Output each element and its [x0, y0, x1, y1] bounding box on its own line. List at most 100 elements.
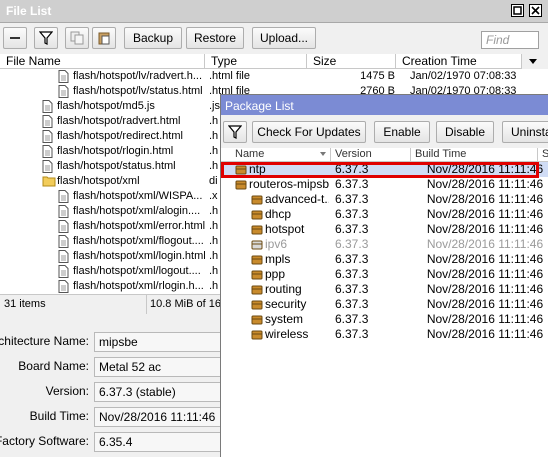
storage-usage: 10.8 MiB of 16 — [150, 298, 221, 310]
package-name: mpls — [265, 252, 291, 266]
package-row[interactable]: routing 6.37.3 Nov/28/2016 11:11:46 — [221, 282, 548, 297]
file-name: flash/hotspot/lv/status.html — [73, 85, 203, 97]
package-row[interactable]: ppp 6.37.3 Nov/28/2016 11:11:46 — [221, 267, 548, 282]
filter-icon — [228, 125, 242, 139]
package-name: ipv6 — [265, 237, 288, 251]
file-list-title-bar[interactable]: File List — [0, 0, 548, 23]
close-icon[interactable] — [529, 4, 542, 17]
package-row[interactable]: mpls 6.37.3 Nov/28/2016 11:11:46 — [221, 252, 548, 267]
info-value: Nov/28/2016 11:11:46 — [94, 407, 222, 427]
info-value: 6.35.4 — [94, 432, 222, 452]
package-row[interactable]: hotspot 6.37.3 Nov/28/2016 11:11:46 — [221, 222, 548, 237]
restore-button[interactable]: Restore — [186, 27, 244, 49]
package-build-time: Nov/28/2016 11:11:46 — [426, 207, 544, 221]
info-label: Board Name: — [18, 359, 89, 373]
package-row[interactable]: system 6.37.3 Nov/28/2016 11:11:46 — [221, 312, 548, 327]
column-header-size[interactable]: Size — [307, 54, 396, 69]
package-list-table: ntp 6.37.3 Nov/28/2016 11:11:46 routeros-mi… — [221, 162, 548, 457]
file-name: flash/hotspot/xml/logout.... — [73, 265, 201, 277]
info-value: mipsbe — [94, 332, 222, 352]
info-label: Factory Software: — [0, 434, 89, 448]
remove-button[interactable] — [3, 27, 27, 49]
file-size: 1475 B — [360, 70, 395, 82]
file-name: flash/hotspot/status.html — [57, 160, 176, 172]
column-header-file-name[interactable]: File Name — [0, 54, 205, 69]
disable-button[interactable]: Disable — [436, 121, 494, 143]
column-header-creation-time[interactable]: Creation Time — [396, 54, 522, 69]
file-type: .html file — [209, 70, 250, 82]
package-version: 6.37.3 — [335, 312, 369, 326]
package-build-time: Nov/28/2016 11:11:46 — [426, 327, 544, 341]
package-build-time: Nov/28/2016 11:11:46 — [426, 237, 544, 251]
package-build-time: Nov/28/2016 11:11:46 — [426, 282, 544, 296]
file-name: flash/hotspot/redirect.html — [57, 130, 183, 142]
copy-icon — [70, 31, 84, 45]
file-list-toolbar: Backup Restore Upload... — [0, 24, 548, 52]
package-row[interactable]: ipv6 6.37.3 Nov/28/2016 11:11:46 — [221, 237, 548, 252]
column-header-version[interactable]: Version — [331, 148, 411, 162]
package-list-window: Package List Check For Updates Enable Di… — [220, 94, 548, 457]
info-label: Build Time: — [29, 409, 89, 423]
paste-button[interactable] — [92, 27, 116, 49]
file-list-title: File List — [6, 4, 52, 18]
column-header-build-time[interactable]: Build Time — [411, 148, 538, 162]
package-version: 6.37.3 — [335, 177, 369, 191]
package-row[interactable]: security 6.37.3 Nov/28/2016 11:11:46 — [221, 297, 548, 312]
file-name: flash/hotspot/xml/error.html — [73, 220, 205, 232]
check-for-updates-button[interactable]: Check For Updates — [252, 121, 366, 143]
package-icon — [251, 329, 263, 344]
paste-icon — [98, 32, 110, 45]
package-name: routeros-mipsbe — [249, 177, 329, 191]
package-list-title-bar[interactable]: Package List — [221, 95, 548, 115]
package-list-title: Package List — [225, 99, 294, 113]
package-build-time: Nov/28/2016 11:11:46 — [426, 297, 544, 311]
package-build-time: Nov/28/2016 11:11:46 — [426, 312, 544, 326]
package-version: 6.37.3 — [335, 267, 369, 281]
file-name: flash/hotspot/xml/alogin.... — [73, 205, 201, 217]
package-row[interactable]: advanced-t... 6.37.3 Nov/28/2016 11:11:46 — [221, 192, 548, 207]
package-name: security — [265, 297, 307, 311]
file-name: flash/hotspot/lv/radvert.h... — [73, 70, 203, 82]
filter-button[interactable] — [34, 27, 58, 49]
package-name: advanced-t... — [265, 192, 329, 206]
package-row[interactable]: dhcp 6.37.3 Nov/28/2016 11:11:46 — [221, 207, 548, 222]
package-build-time: Nov/28/2016 11:11:46 — [426, 252, 544, 266]
table-row[interactable]: flash/hotspot/lv/radvert.h... .html file 1… — [0, 69, 548, 84]
package-build-time: Nov/28/2016 11:11:46 — [426, 267, 544, 281]
package-name: ppp — [265, 267, 286, 281]
column-header-name[interactable]: Name — [221, 148, 331, 162]
package-version: 6.37.3 — [335, 327, 369, 341]
file-name: flash/hotspot/xml — [57, 175, 140, 187]
file-created: Jan/02/1970 07:08:33 — [410, 70, 517, 82]
package-version: 6.37.3 — [335, 282, 369, 296]
uninstall-button[interactable]: Uninsta — [502, 121, 548, 143]
maximize-icon[interactable] — [511, 4, 524, 17]
file-name: flash/hotspot/xml/login.html — [73, 250, 205, 262]
column-header-type[interactable]: Type — [205, 54, 307, 69]
info-value: Metal 52 ac — [94, 357, 222, 377]
package-row[interactable]: wireless 6.37.3 Nov/28/2016 11:11:46 — [221, 327, 548, 342]
column-menu-icon[interactable] — [527, 56, 539, 69]
system-info-panel: Architecture Name: mipsbe Board Name: Metal… — [0, 322, 222, 456]
package-name: routing — [265, 282, 302, 296]
copy-button[interactable] — [65, 27, 89, 49]
file-icon — [58, 280, 69, 294]
package-filter-button[interactable] — [223, 121, 247, 143]
package-version: 6.37.3 — [335, 222, 369, 236]
package-build-time: Nov/28/2016 11:11:46 — [426, 177, 544, 191]
file-name: flash/hotspot/radvert.html — [57, 115, 181, 127]
package-name: system — [265, 312, 304, 326]
enable-button[interactable]: Enable — [374, 121, 430, 143]
package-version: 6.37.3 — [335, 297, 369, 311]
file-list-status-bar: 31 items 10.8 MiB of 16 — [0, 294, 222, 315]
backup-button[interactable]: Backup — [124, 27, 182, 49]
item-count: 31 items — [4, 298, 46, 310]
find-input[interactable]: Find — [481, 31, 539, 49]
file-name: flash/hotspot/xml/flogout.... — [73, 235, 204, 247]
column-header-scheduled[interactable]: Sc — [538, 148, 548, 162]
package-row[interactable]: routeros-mipsbe 6.37.3 Nov/28/2016 11:11:4… — [221, 177, 548, 192]
file-name: flash/hotspot/xml/WISPA... — [73, 190, 203, 202]
package-version: 6.37.3 — [335, 207, 369, 221]
package-name: wireless — [265, 327, 309, 341]
upload-button[interactable]: Upload... — [252, 27, 316, 49]
